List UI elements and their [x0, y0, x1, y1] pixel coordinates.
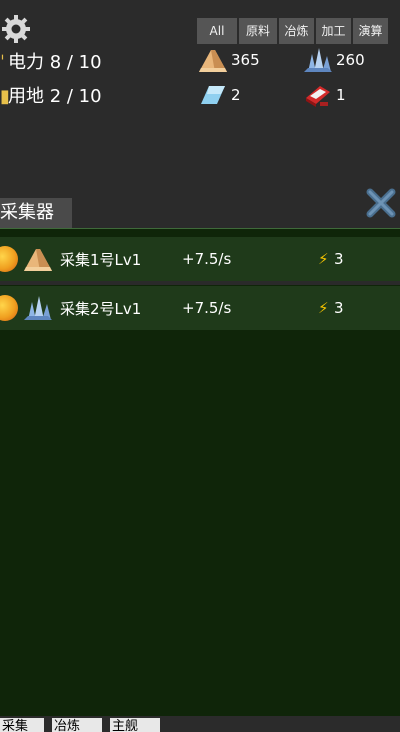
- filter-tab-process[interactable]: 加工: [316, 18, 351, 44]
- collector-row[interactable]: 采集2号Lv1 +7.5/s ⚡ 3: [0, 286, 400, 330]
- resource-count: 2: [231, 86, 241, 104]
- lightning-icon: ⚡: [318, 250, 329, 268]
- wood-icon: [199, 50, 227, 72]
- gear-icon[interactable]: [1, 14, 31, 44]
- land-stat: ▮用地 2 / 10: [0, 82, 102, 108]
- land-label: 用地 2 / 10: [8, 86, 102, 107]
- energy-orb-icon: [0, 295, 18, 321]
- collector-rate: +7.5/s: [182, 299, 232, 317]
- resource-count: 1: [336, 86, 346, 104]
- resource-crystal: 260: [302, 46, 365, 74]
- crystal-icon: [304, 48, 332, 72]
- row-divider: [0, 281, 400, 285]
- close-icon[interactable]: [364, 186, 398, 220]
- filter-tab-compute[interactable]: 演算: [353, 18, 388, 44]
- power-icon: ˈ: [0, 52, 5, 73]
- collector-row[interactable]: 采集1号Lv1 +7.5/s ⚡ 3: [0, 237, 400, 281]
- resource-blue-gem: 2: [197, 82, 241, 108]
- resource-count: 365: [231, 51, 260, 69]
- blue-gem-icon: [201, 86, 225, 104]
- filter-tab-all[interactable]: All: [197, 18, 237, 44]
- filter-tab-smelt[interactable]: 冶炼: [279, 18, 314, 44]
- collector-rate: +7.5/s: [182, 250, 232, 268]
- bottom-tab-bar: 采集 冶炼 主舰: [0, 716, 400, 732]
- filter-tabs: All 原料 冶炼 加工 演算: [197, 18, 388, 44]
- collector-power: 3: [334, 299, 344, 317]
- red-ingot-icon: [306, 86, 330, 107]
- collector-name: 采集2号Lv1: [60, 299, 142, 318]
- collector-panel: 采集1号Lv1 +7.5/s ⚡ 3 采集2号Lv1 +7.5/s ⚡ 3: [0, 228, 400, 717]
- land-icon: ▮: [0, 86, 10, 107]
- crystal-icon: [24, 296, 52, 320]
- energy-orb-icon: [0, 246, 18, 272]
- resource-wood: 365: [197, 46, 260, 74]
- top-status-bar: ˈ 电力 8 / 10 ▮用地 2 / 10 All 原料 冶炼 加工 演算 36…: [0, 0, 400, 190]
- resource-red-ingot: 1: [302, 82, 346, 108]
- lightning-icon: ⚡: [318, 299, 329, 317]
- resource-count: 260: [336, 51, 365, 69]
- power-label: 电力 8 / 10: [8, 52, 102, 73]
- collector-power: 3: [334, 250, 344, 268]
- wood-icon: [24, 249, 52, 271]
- panel-title-tab: 采集器: [0, 198, 72, 228]
- filter-tab-raw[interactable]: 原料: [239, 18, 277, 44]
- collector-name: 采集1号Lv1: [60, 250, 142, 269]
- power-stat: ˈ 电力 8 / 10: [0, 48, 102, 74]
